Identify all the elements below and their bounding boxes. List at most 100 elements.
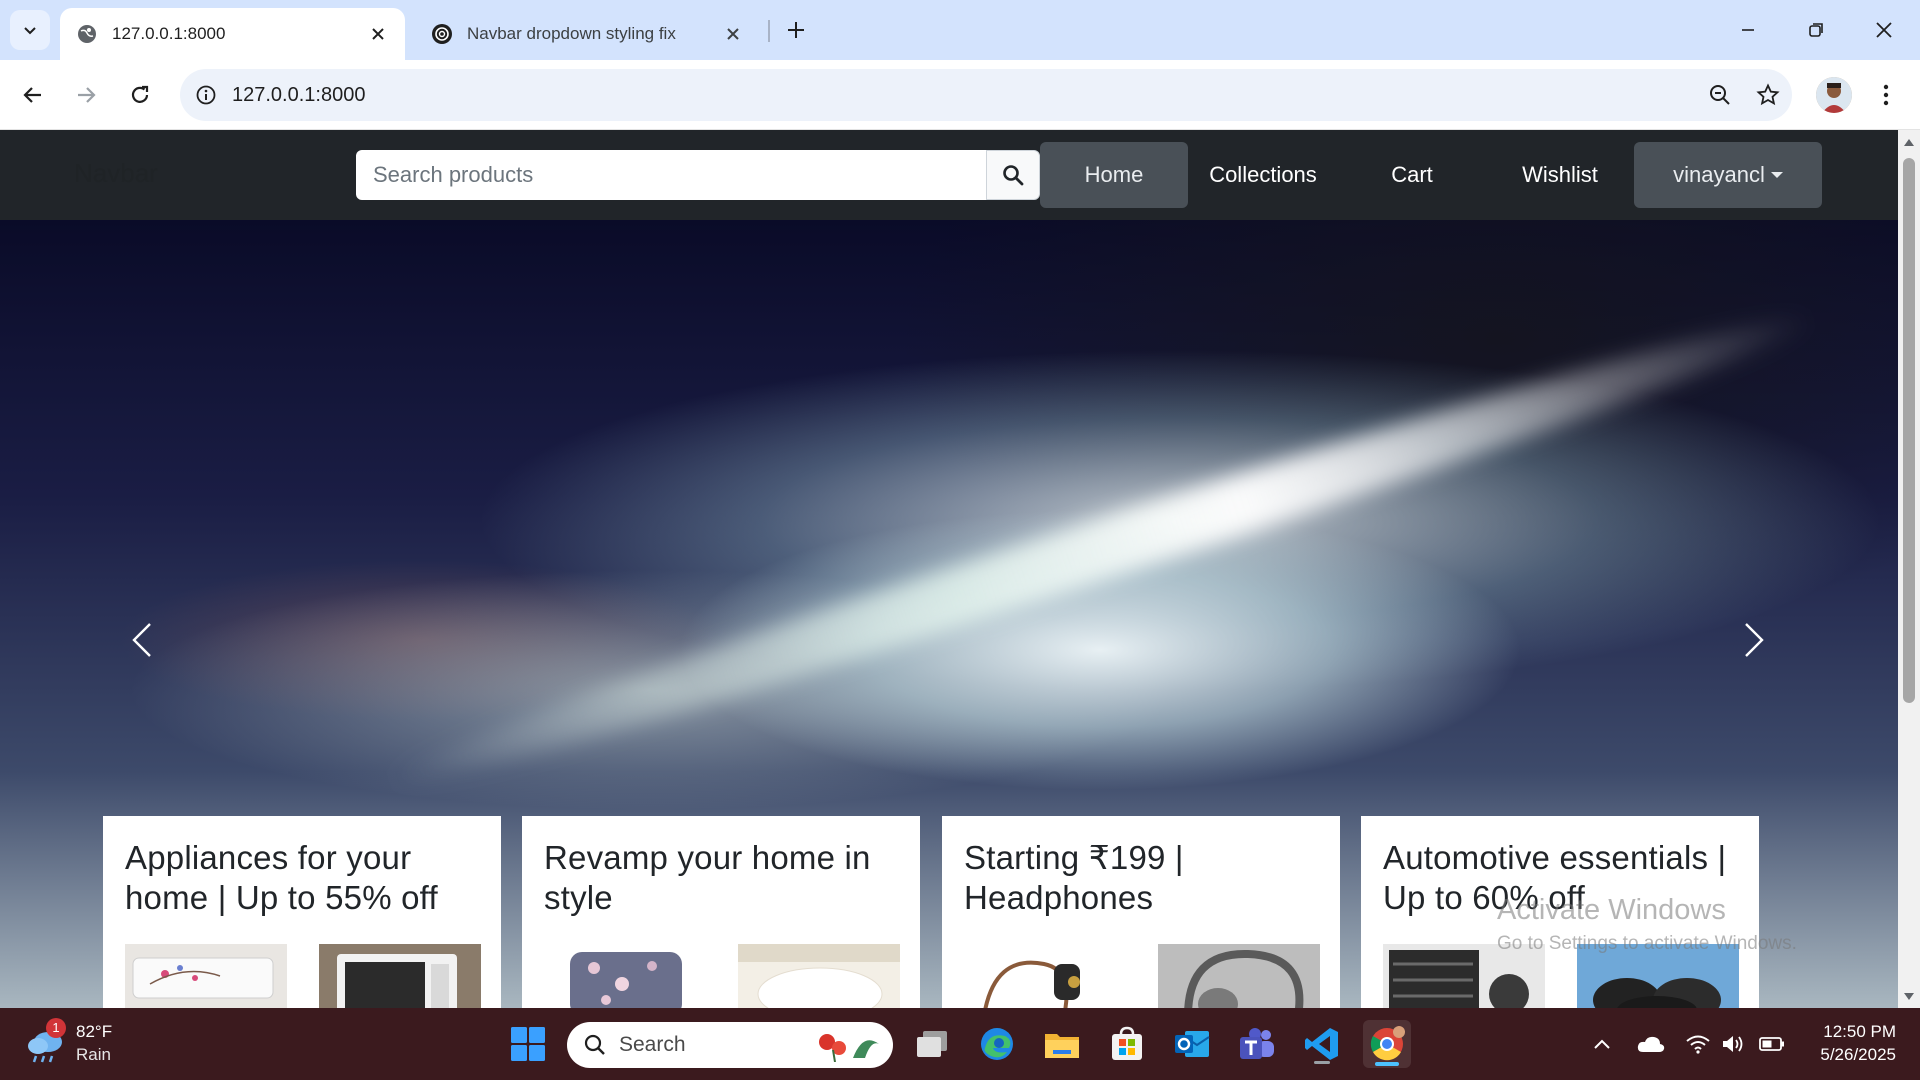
arrow-right-icon bbox=[78, 87, 96, 103]
chevron-left-icon bbox=[132, 623, 151, 657]
taskbar-search-label: Search bbox=[619, 1033, 686, 1056]
tab-separator bbox=[768, 20, 770, 42]
task-view-icon bbox=[917, 1031, 947, 1057]
promo-card[interactable]: Appliances for your home | Up to 55% off bbox=[103, 816, 501, 1008]
cloud-icon bbox=[1637, 1036, 1665, 1052]
promo-card-title: Revamp your home in style bbox=[544, 839, 871, 916]
carousel-next-button[interactable] bbox=[1734, 610, 1774, 670]
edge-app[interactable] bbox=[973, 1020, 1021, 1068]
nav-home-link[interactable]: Home bbox=[1040, 142, 1188, 208]
navbar-brand[interactable]: Navbar bbox=[74, 158, 158, 189]
microwave-image[interactable] bbox=[319, 944, 481, 1008]
product-search-form bbox=[356, 150, 1040, 200]
wifi-tray[interactable] bbox=[1684, 1030, 1712, 1058]
close-tab-icon[interactable] bbox=[367, 23, 389, 45]
microsoft-store-app[interactable] bbox=[1103, 1020, 1151, 1068]
browser-toolbar: 127.0.0.1:8000 bbox=[0, 60, 1920, 130]
nav-wishlist-link[interactable]: Wishlist bbox=[1486, 142, 1634, 208]
restore-icon bbox=[1809, 23, 1823, 37]
system-clock[interactable]: 12:50 PM 5/26/2025 bbox=[1800, 1020, 1896, 1066]
zoom-icon[interactable] bbox=[1696, 71, 1744, 119]
chevron-right-icon bbox=[1745, 623, 1764, 657]
arrow-left-icon bbox=[23, 87, 41, 103]
weather-condition: Rain bbox=[76, 1045, 111, 1064]
address-bar[interactable]: 127.0.0.1:8000 bbox=[180, 69, 1792, 121]
headphones-image[interactable] bbox=[1158, 944, 1320, 1008]
battery-tray[interactable] bbox=[1758, 1030, 1786, 1058]
search-button[interactable] bbox=[986, 150, 1040, 200]
show-hidden-icons-button[interactable] bbox=[1590, 1030, 1614, 1058]
minimize-button[interactable] bbox=[1714, 0, 1782, 60]
scroll-down-icon[interactable] bbox=[1902, 990, 1916, 1004]
carousel-prev-button[interactable] bbox=[122, 610, 162, 670]
url-text[interactable]: 127.0.0.1:8000 bbox=[232, 84, 1696, 107]
search-icon bbox=[1003, 165, 1024, 186]
chrome-menu-button[interactable] bbox=[1866, 75, 1906, 115]
task-view-button[interactable] bbox=[908, 1020, 956, 1068]
close-tab-icon[interactable] bbox=[722, 23, 744, 45]
floral-blanket-image[interactable] bbox=[544, 944, 706, 1008]
store-icon bbox=[1112, 1026, 1142, 1060]
close-icon bbox=[1876, 22, 1892, 38]
edge-icon bbox=[981, 1028, 1013, 1060]
browser-tab-inactive[interactable]: Navbar dropdown styling fix bbox=[415, 8, 760, 60]
weather-temperature: 82°F bbox=[76, 1022, 113, 1041]
user-name: vinayancl bbox=[1673, 162, 1765, 187]
notification-badge: 1 bbox=[46, 1018, 66, 1038]
site-info-icon[interactable] bbox=[180, 69, 232, 121]
app-running-indicator bbox=[1314, 1061, 1330, 1064]
chevron-down-icon bbox=[24, 27, 36, 35]
taskbar-search-box[interactable]: Search bbox=[567, 1022, 893, 1068]
close-window-button[interactable] bbox=[1850, 0, 1918, 60]
forward-button[interactable] bbox=[66, 75, 106, 115]
plus-icon bbox=[788, 22, 804, 38]
bookmark-star-icon[interactable] bbox=[1744, 71, 1792, 119]
promo-card-title: Appliances for your home | Up to 55% off bbox=[125, 839, 438, 916]
promo-card-title: Starting ₹199 | Headphones bbox=[964, 839, 1184, 916]
outlook-app[interactable] bbox=[1168, 1020, 1216, 1068]
chevron-up-icon bbox=[1594, 1039, 1610, 1049]
tab-search-button[interactable] bbox=[10, 10, 50, 50]
user-dropdown-toggle[interactable]: vinayancl bbox=[1634, 142, 1822, 208]
scroll-up-icon[interactable] bbox=[1902, 135, 1916, 149]
page-scrollbar[interactable] bbox=[1898, 130, 1920, 1008]
nav-cart-link[interactable]: Cart bbox=[1338, 142, 1486, 208]
nav-collections-link[interactable]: Collections bbox=[1188, 142, 1338, 208]
chrome-app[interactable] bbox=[1363, 1020, 1411, 1068]
vscode-app[interactable] bbox=[1298, 1020, 1346, 1068]
browser-tab-active[interactable]: 127.0.0.1:8000 bbox=[60, 8, 405, 60]
air-conditioner-image[interactable] bbox=[125, 944, 287, 1008]
promo-card[interactable]: Revamp your home in style bbox=[522, 816, 920, 1008]
earphones-image[interactable] bbox=[964, 944, 1126, 1008]
windows-taskbar: 1 82°F Rain Search 12:50 PM 5/26/2025 bbox=[0, 1008, 1920, 1080]
browser-tabstrip: 127.0.0.1:8000 Navbar dropdown styling f… bbox=[0, 0, 1920, 60]
wifi-icon bbox=[1686, 1035, 1710, 1054]
reload-button[interactable] bbox=[120, 75, 160, 115]
new-tab-button[interactable] bbox=[778, 12, 814, 48]
back-button[interactable] bbox=[13, 75, 53, 115]
profile-avatar[interactable] bbox=[1816, 77, 1852, 113]
clock-date: 5/26/2025 bbox=[1820, 1045, 1896, 1064]
pillow-image[interactable] bbox=[738, 944, 900, 1008]
promo-card[interactable]: Starting ₹199 | Headphones bbox=[942, 816, 1340, 1008]
restore-button[interactable] bbox=[1782, 0, 1850, 60]
watermark-subtitle: Go to Settings to activate Windows. bbox=[1497, 933, 1797, 954]
vscode-icon bbox=[1305, 1028, 1338, 1060]
page-viewport: Navbar Home Collections Cart Wishlist vi… bbox=[0, 130, 1898, 1008]
reload-icon bbox=[131, 85, 149, 103]
volume-tray[interactable] bbox=[1720, 1030, 1748, 1058]
windows-logo-icon bbox=[511, 1027, 545, 1061]
start-button[interactable] bbox=[504, 1020, 552, 1068]
globe-icon bbox=[76, 23, 98, 45]
search-icon bbox=[584, 1034, 605, 1055]
site-navbar: Navbar Home Collections Cart Wishlist vi… bbox=[0, 130, 1898, 220]
onedrive-tray[interactable] bbox=[1634, 1030, 1668, 1058]
chrome-icon bbox=[1370, 1026, 1405, 1061]
minimize-icon bbox=[1742, 29, 1754, 31]
weather-widget[interactable]: 1 82°F Rain bbox=[26, 1018, 156, 1068]
scrollbar-thumb[interactable] bbox=[1903, 158, 1915, 703]
file-explorer-app[interactable] bbox=[1038, 1020, 1086, 1068]
caret-down-icon bbox=[1770, 172, 1783, 178]
search-input[interactable] bbox=[356, 150, 986, 200]
teams-app[interactable] bbox=[1233, 1020, 1281, 1068]
